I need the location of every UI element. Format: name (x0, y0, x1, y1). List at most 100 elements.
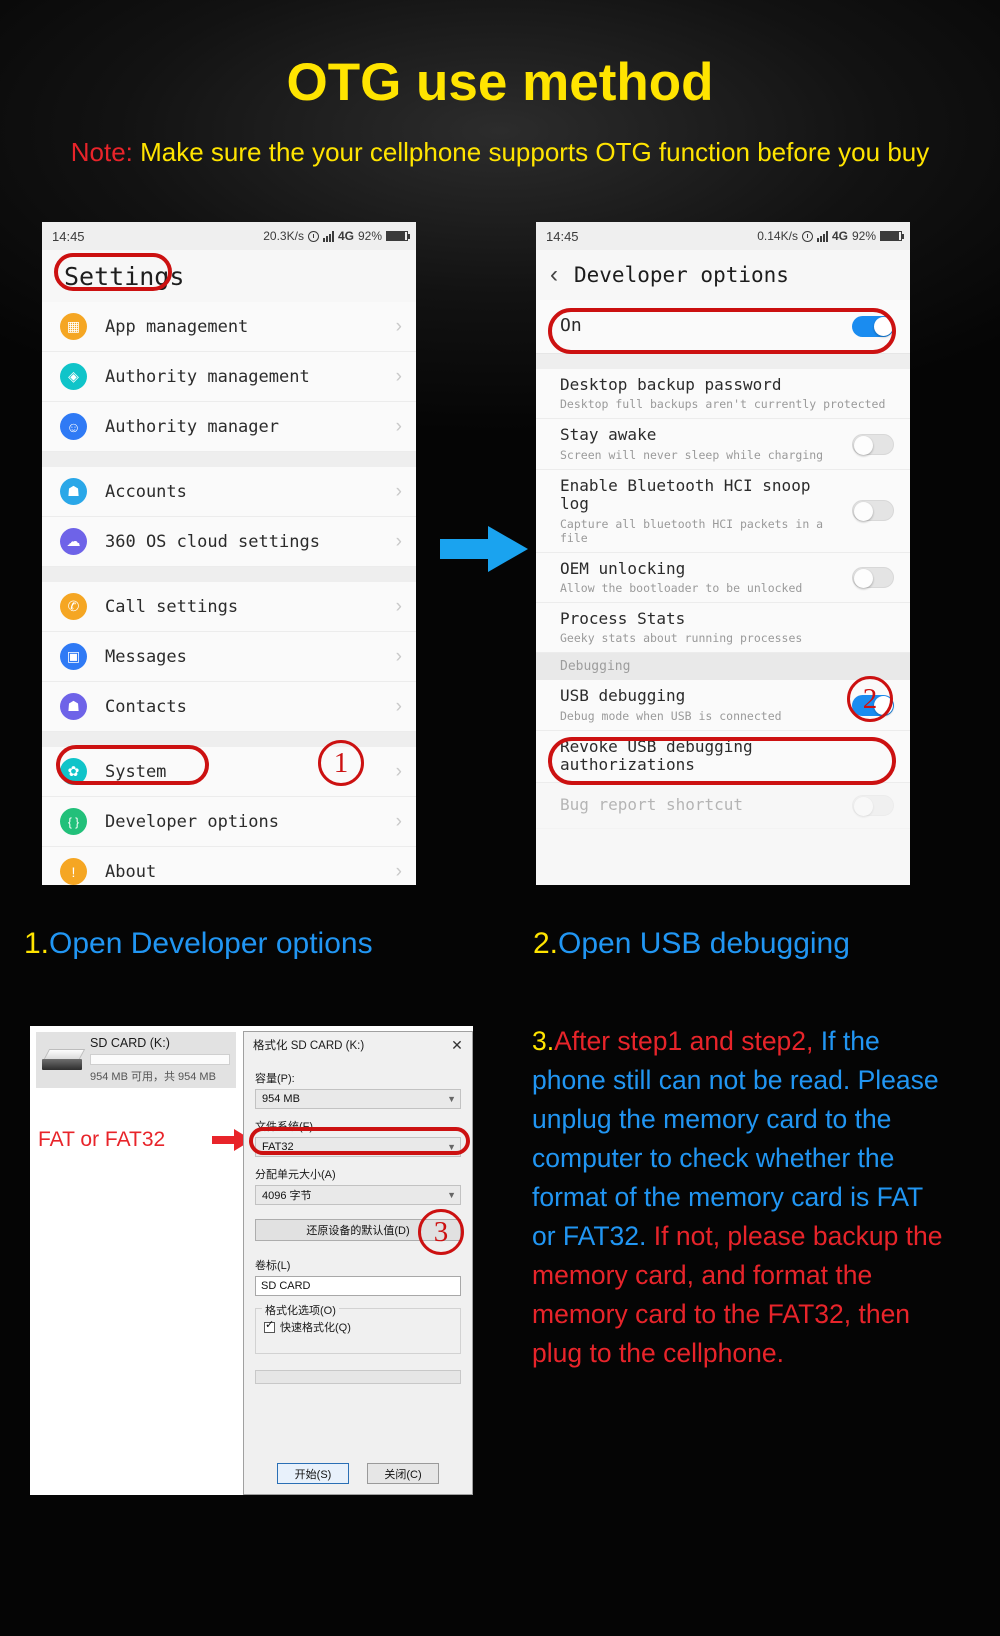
chevron-right-icon: › (395, 415, 402, 437)
row-title: Process Stats (560, 608, 686, 628)
row-bug-report-shortcut[interactable]: Bug report shortcut (536, 782, 910, 829)
chevron-right-icon: › (395, 860, 402, 882)
close-button[interactable]: 关闭(C) (367, 1463, 439, 1484)
phone-screenshot-developer-options: 14:45 0.14K/s 4G 92% ‹ Developer options… (536, 222, 910, 885)
battery-icon (386, 231, 410, 241)
android-face-icon: ☺ (60, 413, 87, 440)
fat-annotation-label: FAT or FAT32 (38, 1128, 166, 1151)
row-revoke-usb-authorizations[interactable]: Revoke USB debugging authorizations (536, 730, 910, 783)
poster-root: OTG use method Note: Make sure the your … (0, 0, 1000, 1636)
list-divider (536, 354, 910, 369)
status-net-speed: 20.3K/s (263, 229, 304, 243)
list-divider (42, 567, 416, 582)
gear-icon: ✿ (60, 758, 87, 785)
quick-format-checkbox[interactable] (264, 1320, 275, 1333)
oem-unlocking-toggle[interactable] (852, 566, 894, 588)
status-network: 4G (831, 229, 848, 243)
close-icon[interactable]: ✕ (442, 1032, 472, 1058)
row-desktop-backup-password[interactable]: Desktop backup password Desktop full bac… (536, 369, 910, 420)
marker-step-2: 2 (847, 676, 893, 722)
chevron-right-icon: › (395, 760, 402, 782)
quick-format-label: 快速格式化(Q) (280, 1322, 351, 1334)
quick-format-row[interactable]: 快速格式化(Q) (264, 1319, 452, 1335)
caption-step-2: 2.Open USB debugging (533, 927, 850, 961)
capacity-label: 容量(P): (255, 1073, 295, 1085)
alarm-icon (307, 230, 319, 242)
chevron-right-icon: › (395, 645, 402, 667)
sidebar-item-messages[interactable]: ▣ Messages › (42, 632, 416, 682)
marker-step-3: 3 (418, 1209, 464, 1255)
phone-icon: ✆ (60, 593, 87, 620)
sidebar-item-authority-manager[interactable]: ☺ Authority manager › (42, 402, 416, 452)
chevron-right-icon: › (395, 365, 402, 387)
drive-free-space: 954 MB 可用，共 954 MB (90, 1071, 216, 1083)
row-stay-awake[interactable]: Stay awake Screen will never sleep while… (536, 419, 910, 470)
step-3-body: If the phone still can not be read. Plea… (532, 1026, 939, 1251)
caption-step-1-text: Open Developer options (49, 927, 373, 960)
sidebar-item-authority-management[interactable]: ◈ Authority management › (42, 352, 416, 402)
row-label: 360 OS cloud settings (105, 531, 320, 552)
sidebar-item-developer-options[interactable]: { } Developer options › (42, 797, 416, 847)
row-label: Authority management (105, 366, 310, 387)
status-battery-percent: 92% (851, 229, 876, 243)
sidebar-item-call-settings[interactable]: ✆ Call settings › (42, 582, 416, 632)
cloud-icon: ☁ (60, 528, 87, 555)
bug-report-toggle[interactable] (852, 794, 894, 816)
filesystem-select[interactable]: FAT32 ▼ (255, 1137, 461, 1157)
start-button[interactable]: 开始(S) (277, 1463, 349, 1484)
step-3-number: 3. (532, 1026, 555, 1056)
volume-input[interactable]: SD CARD (255, 1276, 461, 1296)
row-process-stats[interactable]: Process Stats Geeky stats about running … (536, 602, 910, 654)
note-text: Make sure the your cellphone supports OT… (132, 137, 930, 167)
format-progress-bar (255, 1370, 461, 1384)
developer-options-header: ‹ Developer options (536, 250, 910, 300)
phone-screenshot-settings: 14:45 20.3K/s 4G 92% Settings ▦ App mana… (42, 222, 416, 885)
row-label: Messages (105, 646, 187, 667)
sidebar-item-app-management[interactable]: ▦ App management › (42, 302, 416, 352)
caption-step-1: 1.Open Developer options (24, 927, 373, 961)
row-subtitle: Desktop full backups aren't currently pr… (560, 397, 886, 412)
allocation-select[interactable]: 4096 字节 ▼ (255, 1185, 461, 1205)
row-subtitle: Allow the bootloader to be unlocked (560, 580, 803, 595)
bluetooth-hci-toggle[interactable] (852, 500, 894, 522)
chevron-right-icon: › (395, 810, 402, 832)
master-toggle-label: On (560, 315, 582, 337)
row-title: USB debugging (560, 686, 686, 706)
list-divider (42, 732, 416, 747)
page-title: OTG use method (286, 53, 714, 112)
row-bluetooth-hci-snoop-log[interactable]: Enable Bluetooth HCI snoop log Capture a… (536, 469, 910, 553)
format-options-legend: 格式化选项(O) (262, 1302, 339, 1318)
shield-icon: ◈ (60, 363, 87, 390)
chevron-right-icon: › (395, 595, 402, 617)
alarm-icon (801, 230, 813, 242)
status-bar: 14:45 0.14K/s 4G 92% (536, 222, 910, 250)
developer-options-master-row[interactable]: On (536, 300, 910, 354)
message-icon: ▣ (60, 643, 87, 670)
chevron-right-icon: › (395, 695, 402, 717)
drive-panel: SD CARD (K:) 954 MB 可用，共 954 MB (30, 1026, 248, 1495)
row-label: Call settings (105, 596, 239, 617)
row-oem-unlocking[interactable]: OEM unlocking Allow the bootloader to be… (536, 552, 910, 603)
drive-name: SD CARD (K:) (90, 1036, 170, 1050)
capacity-value: 954 MB (262, 1093, 300, 1105)
person-icon: ☗ (60, 693, 87, 720)
chevron-right-icon: › (395, 480, 402, 502)
sidebar-item-cloud-settings[interactable]: ☁ 360 OS cloud settings › (42, 517, 416, 567)
row-title: Bug report shortcut (560, 795, 744, 815)
chevron-right-icon: › (395, 315, 402, 337)
sidebar-item-contacts[interactable]: ☗ Contacts › (42, 682, 416, 732)
chevron-left-icon[interactable]: ‹ (550, 263, 558, 287)
capacity-select[interactable]: 954 MB ▼ (255, 1089, 461, 1109)
status-network: 4G (337, 229, 354, 243)
row-title: Revoke USB debugging authorizations (560, 736, 753, 775)
caption-step-1-number: 1. (24, 927, 50, 960)
person-icon: ☗ (60, 478, 87, 505)
chevron-down-icon: ▼ (447, 1142, 456, 1152)
row-subtitle: Debug mode when USB is connected (560, 708, 782, 723)
stay-awake-toggle[interactable] (852, 433, 894, 455)
caption-step-2-text: Open USB debugging (558, 927, 850, 960)
sidebar-item-accounts[interactable]: ☗ Accounts › (42, 467, 416, 517)
master-toggle[interactable] (852, 316, 894, 337)
drive-item-sd-card[interactable]: SD CARD (K:) 954 MB 可用，共 954 MB (36, 1032, 236, 1088)
sidebar-item-about[interactable]: ! About › (42, 847, 416, 885)
